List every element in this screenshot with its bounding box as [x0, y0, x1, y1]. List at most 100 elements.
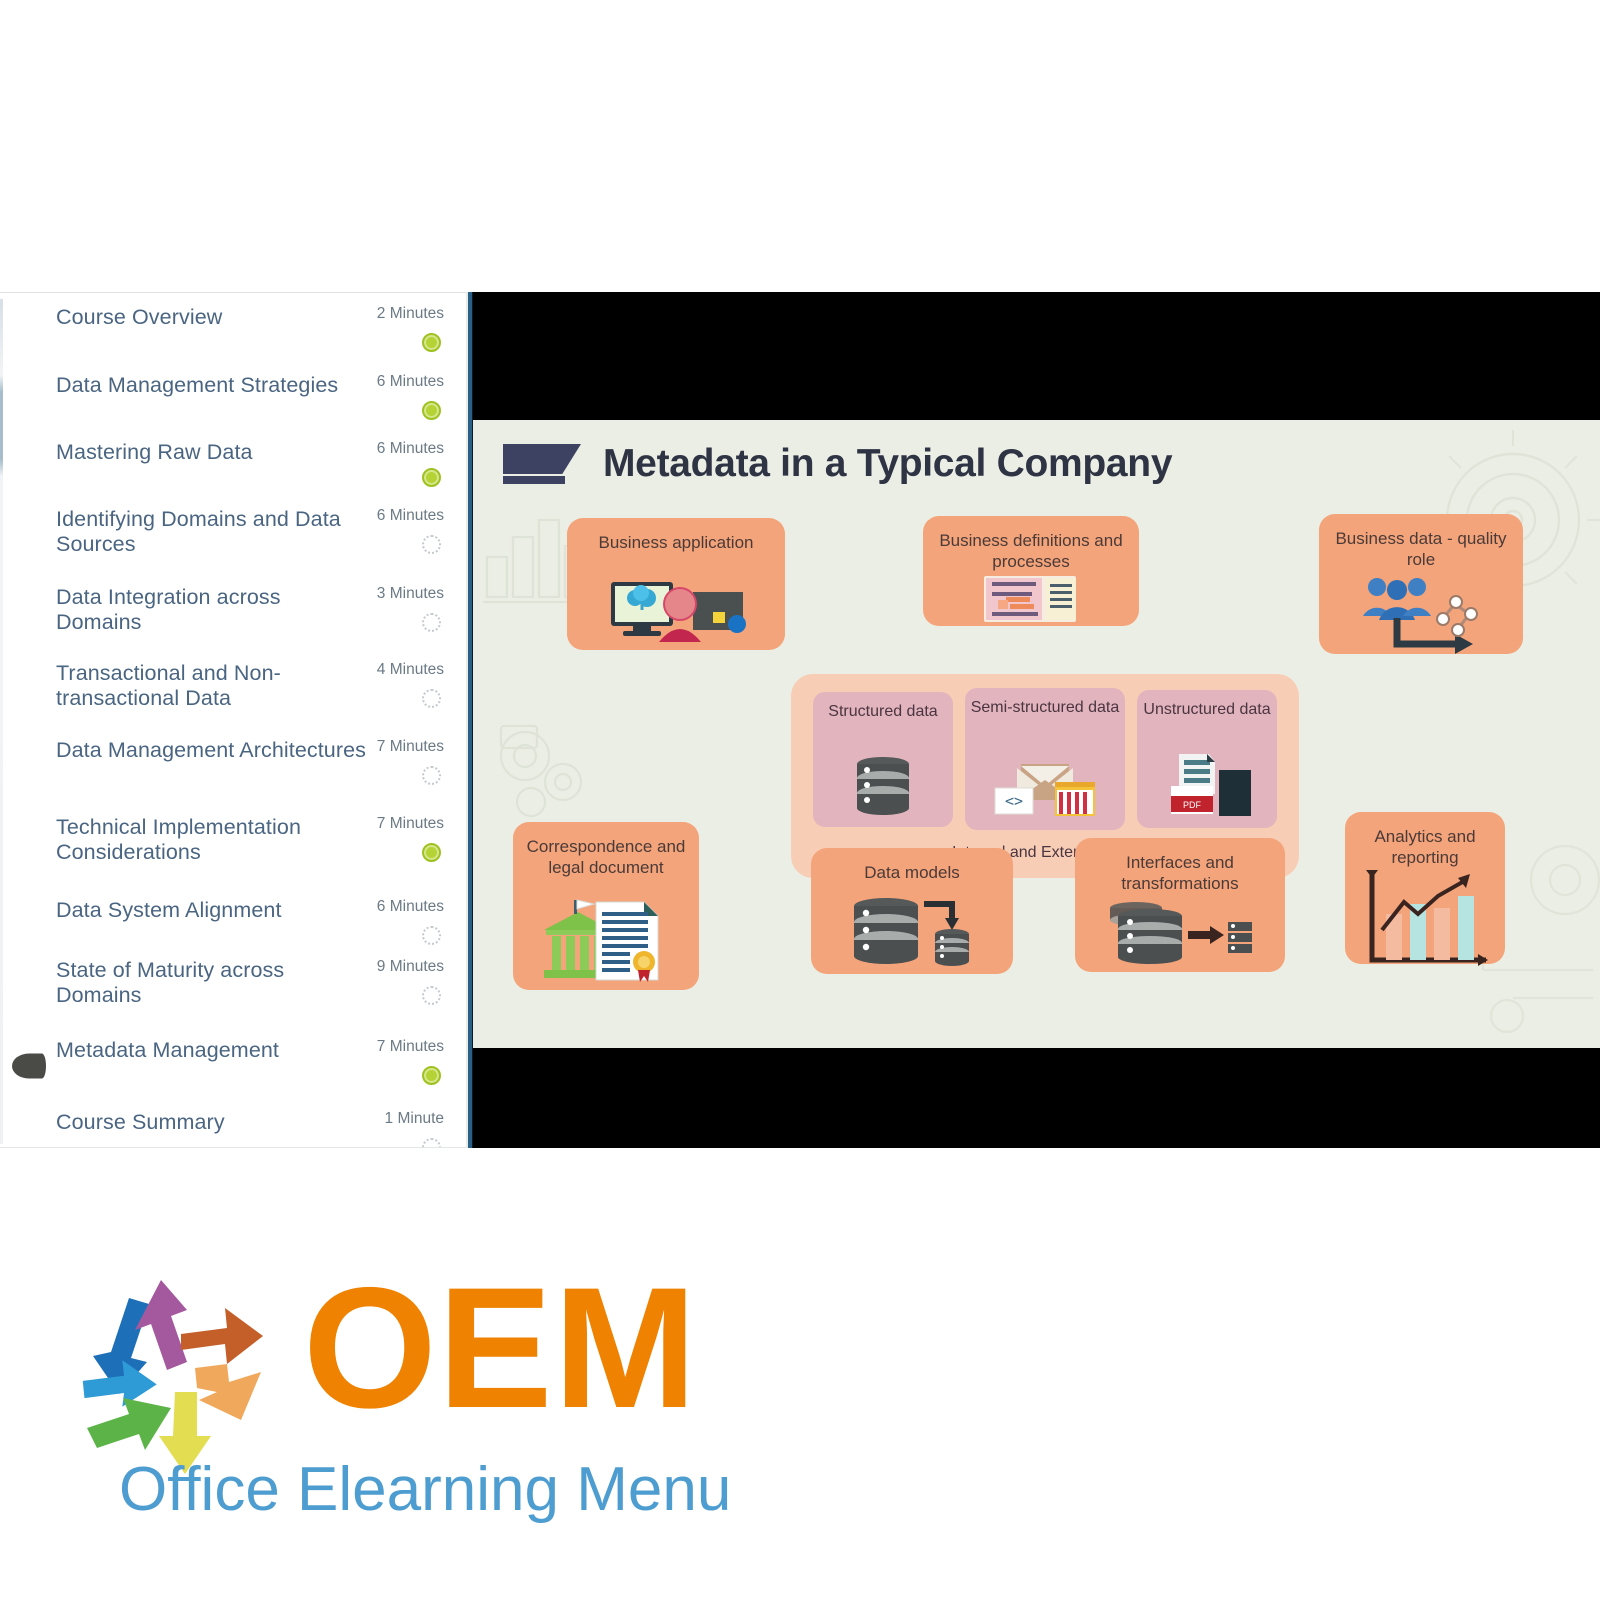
document-forms-icon: [982, 572, 1080, 626]
status-incomplete-icon: [422, 766, 441, 785]
outline-item-duration: 6 Minutes: [376, 373, 444, 390]
database-stack-icon: [852, 755, 914, 817]
card-interfaces-transformations[interactable]: Interfaces and transformations: [1075, 838, 1285, 972]
oem-logo: OEM Office Elearning Menu: [75, 1258, 775, 1548]
card-analytics-reporting[interactable]: Analytics and reporting: [1345, 812, 1505, 966]
outline-item-label: Course Overview: [56, 305, 223, 329]
monitor-person-icon: [601, 580, 751, 642]
database-transfer-icon: [1106, 898, 1254, 964]
outline-item[interactable]: Data Integration across Domains 3 Minutes: [0, 577, 466, 653]
outline-item-meta: 9 Minutes: [368, 958, 444, 1010]
logo-tagline: Office Elearning Menu: [119, 1455, 732, 1524]
outline-item-label: Mastering Raw Data: [56, 440, 253, 464]
stage-left-border: [466, 292, 473, 1148]
card-correspondence-legal[interactable]: Correspondence and legal document: [513, 822, 699, 990]
status-complete-icon: [422, 468, 441, 487]
outline-item-duration: 4 Minutes: [376, 661, 444, 678]
outline-item-label: Identifying Domains and Data Sources: [56, 507, 341, 556]
course-outline-sidebar[interactable]: Course Overview 2 Minutes Data Management …: [0, 292, 466, 1148]
watermark-gear-cluster-icon: [483, 710, 603, 830]
subcard-label: Unstructured data: [1143, 701, 1271, 718]
svg-text:PDF: PDF: [1183, 800, 1202, 810]
bar-chart-trend-icon: [1360, 868, 1490, 968]
xml-envelope-icon: <>: [991, 756, 1099, 820]
outline-item[interactable]: Data Management Architectures 7 Minutes: [0, 730, 466, 806]
outline-item-meta: 6 Minutes: [368, 507, 444, 559]
database-arrow-icon: [848, 894, 976, 966]
course-player: Course Overview 2 Minutes Data Management …: [0, 292, 1600, 1148]
card-label: Interfaces and transformations: [1121, 853, 1239, 893]
outline-item[interactable]: Course Summary 1 Minute: [0, 1102, 466, 1147]
outline-item-meta: 7 Minutes: [368, 738, 444, 790]
bank-certificate-icon: [540, 896, 672, 982]
current-item-marker-icon: [12, 1053, 46, 1079]
outline-item-duration: 6 Minutes: [376, 507, 444, 524]
outline-item-label: Data Integration across Domains: [56, 585, 281, 634]
status-incomplete-icon: [422, 613, 441, 632]
outline-item-label: Course Summary: [56, 1110, 225, 1134]
outline-item-label: Data System Alignment: [56, 898, 282, 922]
outline-item-meta: 6 Minutes: [368, 373, 444, 425]
status-complete-icon: [422, 401, 441, 420]
presentation-slide: Metadata in a Typical Company Business a…: [473, 420, 1600, 1048]
outline-item-meta: 3 Minutes: [368, 585, 444, 637]
card-label: Business definitions and processes: [939, 531, 1123, 571]
outline-item-label: Data Management Architectures: [56, 738, 367, 762]
outline-item-label: Metadata Management: [56, 1038, 280, 1062]
outline-item-meta: 1 Minute: [368, 1110, 444, 1147]
slide-title: Metadata in a Typical Company: [603, 442, 1173, 485]
outline-item-duration: 6 Minutes: [376, 440, 444, 457]
outline-item-duration: 6 Minutes: [376, 898, 444, 915]
svg-text:<>: <>: [1005, 792, 1023, 810]
outline-item-duration: 9 Minutes: [376, 958, 444, 975]
card-label: Correspondence and legal document: [526, 837, 686, 877]
title-flag-shape: [503, 444, 581, 484]
outline-item-duration: 7 Minutes: [376, 815, 444, 832]
status-incomplete-icon: [422, 926, 441, 945]
arrows-swirl-icon: [75, 1268, 305, 1483]
status-complete-icon: [422, 843, 441, 862]
subcard-structured-data[interactable]: Structured data: [813, 692, 953, 827]
video-stage[interactable]: Metadata in a Typical Company Business a…: [466, 292, 1600, 1148]
outline-item-meta: 7 Minutes: [368, 1038, 444, 1090]
slide-title-row: Metadata in a Typical Company: [503, 442, 1173, 486]
outline-item[interactable]: Technical Implementation Considerations 7…: [0, 807, 466, 890]
outline-item[interactable]: Data Management Strategies 6 Minutes: [0, 365, 466, 432]
status-complete-icon: [422, 333, 441, 352]
status-incomplete-icon: [422, 1138, 441, 1147]
card-data-models[interactable]: Data models: [811, 848, 1013, 974]
outline-item-label: Transactional and Non-transactional Data: [56, 661, 281, 710]
outline-item-duration: 7 Minutes: [376, 1038, 444, 1055]
outline-item-meta: 2 Minutes: [368, 305, 444, 357]
outline-item-label: State of Maturity across Domains: [56, 958, 285, 1007]
outline-item-meta: 6 Minutes: [368, 440, 444, 492]
outline-item-label: Technical Implementation Considerations: [56, 815, 301, 864]
card-business-definitions[interactable]: Business definitions and processes: [923, 516, 1139, 626]
status-complete-icon: [422, 1066, 441, 1085]
card-label: Analytics and reporting: [1374, 827, 1476, 867]
outline-item[interactable]: State of Maturity across Domains 9 Minute…: [0, 950, 466, 1030]
card-label: Data models: [864, 863, 960, 882]
status-incomplete-icon: [422, 689, 441, 708]
outline-item[interactable]: Transactional and Non-transactional Data…: [0, 653, 466, 730]
card-business-application[interactable]: Business application: [567, 518, 785, 650]
card-business-data-quality-role[interactable]: Business data - quality role: [1319, 514, 1523, 654]
subcard-unstructured-data[interactable]: Unstructured data PDF: [1137, 690, 1277, 828]
outline-item[interactable]: Data System Alignment 6 Minutes: [0, 890, 466, 950]
card-label: Business data - quality role: [1335, 529, 1507, 569]
outline-item-meta: 4 Minutes: [368, 661, 444, 713]
subcard-semi-structured-data[interactable]: Semi-structured data <>: [965, 688, 1125, 830]
outline-item[interactable]: Metadata Management 7 Minutes: [0, 1030, 466, 1102]
outline-item[interactable]: Course Overview 2 Minutes: [0, 297, 466, 365]
outline-item-duration: 2 Minutes: [376, 305, 444, 322]
outline-item[interactable]: Identifying Domains and Data Sources 6 Mi…: [0, 499, 466, 577]
outline-item-meta: 7 Minutes: [368, 815, 444, 867]
subcard-label: Structured data: [828, 703, 938, 720]
outline-item-label: Data Management Strategies: [56, 373, 339, 397]
people-network-icon: [1355, 570, 1487, 654]
outline-item[interactable]: Mastering Raw Data 6 Minutes: [0, 432, 466, 499]
outline-item-meta: 6 Minutes: [368, 898, 444, 950]
status-incomplete-icon: [422, 986, 441, 1005]
logo-wordmark: OEM: [303, 1252, 698, 1444]
outline-item-duration: 1 Minute: [384, 1110, 444, 1127]
